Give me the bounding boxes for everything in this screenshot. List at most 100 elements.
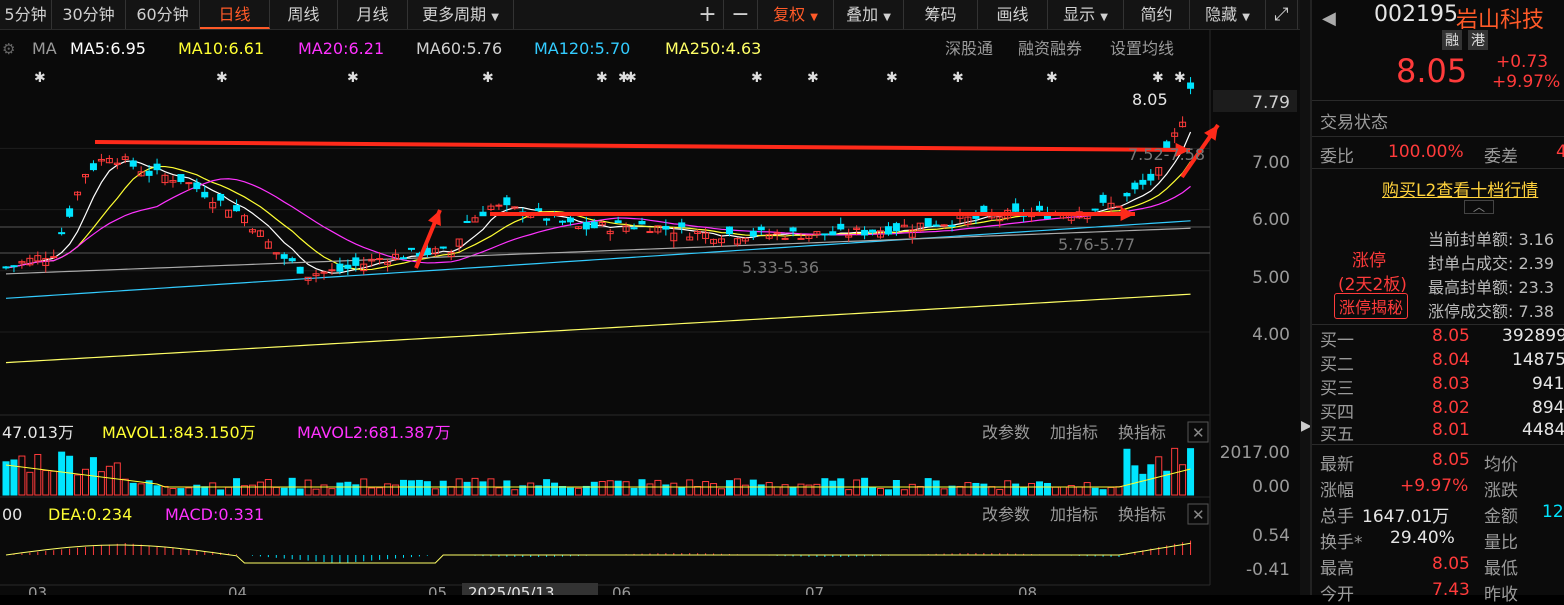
period-weekly[interactable]: 周线 bbox=[270, 0, 338, 29]
candle-body bbox=[66, 208, 74, 217]
stock-chart-app: 5分钟 30分钟 60分钟 日线 周线 月线 更多周期 ▼ + − 复权 ▼ 叠… bbox=[0, 0, 1564, 605]
period-60min[interactable]: 60分钟 bbox=[126, 0, 200, 29]
stock-code: 002195 bbox=[1374, 2, 1458, 27]
stat-label: 涨幅 bbox=[1320, 481, 1354, 501]
period-5min[interactable]: 5分钟 bbox=[0, 0, 52, 29]
bid-volume: 941 bbox=[1532, 374, 1564, 394]
candle-body bbox=[1123, 192, 1131, 197]
volume-bar bbox=[58, 451, 66, 496]
bid-volume: 4484 bbox=[1522, 420, 1564, 440]
shengutong-link[interactable]: 深股通 bbox=[945, 39, 993, 58]
candle-body bbox=[924, 218, 932, 227]
volume-bar bbox=[789, 487, 797, 496]
yincang-dropdown[interactable]: 隐藏 ▼ bbox=[1190, 0, 1266, 29]
candle-body bbox=[1036, 205, 1043, 211]
volume-bar bbox=[2, 461, 10, 496]
candle-body bbox=[829, 231, 837, 236]
expand-icon[interactable]: ︿ bbox=[1464, 200, 1495, 214]
candle-body bbox=[145, 170, 153, 176]
candle-body bbox=[1012, 203, 1020, 212]
macd-add-indicator[interactable]: 加指标 bbox=[1050, 505, 1098, 524]
macd-change-params[interactable]: 改参数 bbox=[982, 505, 1030, 524]
yincang-label: 隐藏 bbox=[1205, 5, 1238, 24]
candle-body bbox=[58, 232, 66, 235]
macd-legend: MACD:0.331 bbox=[165, 505, 264, 524]
volume-bar bbox=[590, 481, 598, 496]
l2-purchase-link[interactable]: 购买L2查看十档行情 bbox=[1382, 176, 1538, 201]
divider bbox=[1312, 324, 1564, 325]
period-toolbar: 5分钟 30分钟 60分钟 日线 周线 月线 更多周期 ▼ + − 复权 ▼ 叠… bbox=[0, 0, 1300, 30]
panel-splitter[interactable]: ▶ bbox=[1300, 0, 1312, 595]
volume-bar bbox=[559, 485, 566, 496]
event-star-icon: ✱ bbox=[952, 70, 964, 86]
ma-label: MA bbox=[32, 39, 57, 58]
fuquan-dropdown[interactable]: 复权 ▼ bbox=[758, 0, 834, 29]
fullscreen-icon[interactable]: ⤢ bbox=[1266, 0, 1298, 29]
diejia-dropdown[interactable]: 叠加 ▼ bbox=[834, 0, 904, 29]
stat-value: 29.40% bbox=[1390, 528, 1455, 548]
date-cursor-label: 2025/05/13 bbox=[468, 584, 554, 595]
date-tick: 05 bbox=[428, 584, 447, 595]
limit-up-reveal-button[interactable]: 涨停揭秘 bbox=[1334, 293, 1409, 319]
kline-chart[interactable]: ✱ ✱ ✱ ✱ ✱ ✱✱ ✱ ✱ ✱ ✱ ✱ ✱ ✱ ⚙ MA MA5:6.95 MA10:6.61 M… bbox=[0, 30, 1300, 595]
period-30min[interactable]: 30分钟 bbox=[52, 0, 126, 29]
macd-axis-tick: 0.54 bbox=[1252, 526, 1290, 546]
price-tick: 7.79 bbox=[1252, 93, 1290, 113]
candle-body bbox=[837, 223, 845, 230]
vol-add-indicator[interactable]: 加指标 bbox=[1050, 423, 1098, 442]
event-star-icon: ✱ bbox=[625, 70, 637, 86]
macd-swap-indicator[interactable]: 换指标 bbox=[1118, 505, 1166, 524]
volume-bar bbox=[407, 480, 415, 496]
rongzi-link[interactable]: 融资融券 bbox=[1018, 39, 1082, 58]
settings-icon[interactable]: ⚙ bbox=[2, 40, 15, 58]
candle-body bbox=[821, 233, 829, 236]
period-daily[interactable]: 日线 bbox=[200, 0, 270, 29]
ma-settings-link[interactable]: 设置均线 bbox=[1110, 39, 1174, 58]
mavol1-legend: MAVOL1:843.150万 bbox=[102, 423, 256, 442]
vol-swap-indicator[interactable]: 换指标 bbox=[1118, 423, 1166, 442]
close-icon-glyph: ✕ bbox=[1192, 506, 1205, 524]
date-tick: 03 bbox=[28, 584, 47, 595]
chevron-down-icon: ▼ bbox=[1100, 12, 1108, 23]
candle-body bbox=[129, 160, 137, 167]
event-star-icon: ✱ bbox=[596, 70, 608, 86]
volume-bar bbox=[980, 483, 988, 496]
candle-body bbox=[749, 230, 757, 237]
zoom-in-button[interactable]: + bbox=[692, 0, 724, 29]
candle-body bbox=[463, 220, 471, 223]
candle-body bbox=[439, 246, 447, 249]
bid-volume: 894 bbox=[1532, 398, 1564, 418]
arrow-left-icon[interactable]: ◀ bbox=[1322, 8, 1336, 29]
huaxian-button[interactable]: 画线 bbox=[978, 0, 1048, 29]
price-tick: 7.00 bbox=[1252, 153, 1290, 173]
vol-change-params[interactable]: 改参数 bbox=[982, 423, 1030, 442]
candle-body bbox=[352, 257, 360, 266]
stat-label: 总手 bbox=[1320, 507, 1354, 527]
limit-stat: 当前封单额: 3.16 bbox=[1428, 230, 1555, 249]
candle-body bbox=[376, 258, 384, 261]
xianshi-dropdown[interactable]: 显示 ▼ bbox=[1048, 0, 1124, 29]
bid-price: 8.04 bbox=[1432, 350, 1470, 370]
volume-bar bbox=[129, 482, 137, 496]
stat-label: 今开 bbox=[1320, 585, 1354, 605]
volume-bar bbox=[948, 485, 956, 496]
diejia-label: 叠加 bbox=[846, 5, 879, 24]
candle-body bbox=[2, 266, 10, 269]
candle-body bbox=[725, 226, 733, 235]
weibi-label: 委比 bbox=[1320, 147, 1354, 167]
chevron-down-icon: ▼ bbox=[810, 12, 818, 23]
vol-axis-tick: 0.00 bbox=[1252, 477, 1290, 497]
zoom-out-button[interactable]: − bbox=[724, 0, 758, 29]
candle-body bbox=[217, 193, 225, 201]
price-tick: 5.00 bbox=[1252, 268, 1290, 288]
candle-body bbox=[535, 208, 543, 212]
jianyue-button[interactable]: 简约 bbox=[1124, 0, 1190, 29]
volume-bar bbox=[1091, 487, 1099, 496]
price-change: +0.73 bbox=[1496, 52, 1549, 72]
period-more-dropdown[interactable]: 更多周期 ▼ bbox=[408, 0, 514, 29]
period-monthly[interactable]: 月线 bbox=[338, 0, 408, 29]
candle-body bbox=[296, 266, 304, 274]
event-star-icon: ✱ bbox=[751, 70, 763, 86]
ma5-legend: MA5:6.95 bbox=[70, 39, 146, 58]
chouma-button[interactable]: 筹码 bbox=[904, 0, 978, 29]
